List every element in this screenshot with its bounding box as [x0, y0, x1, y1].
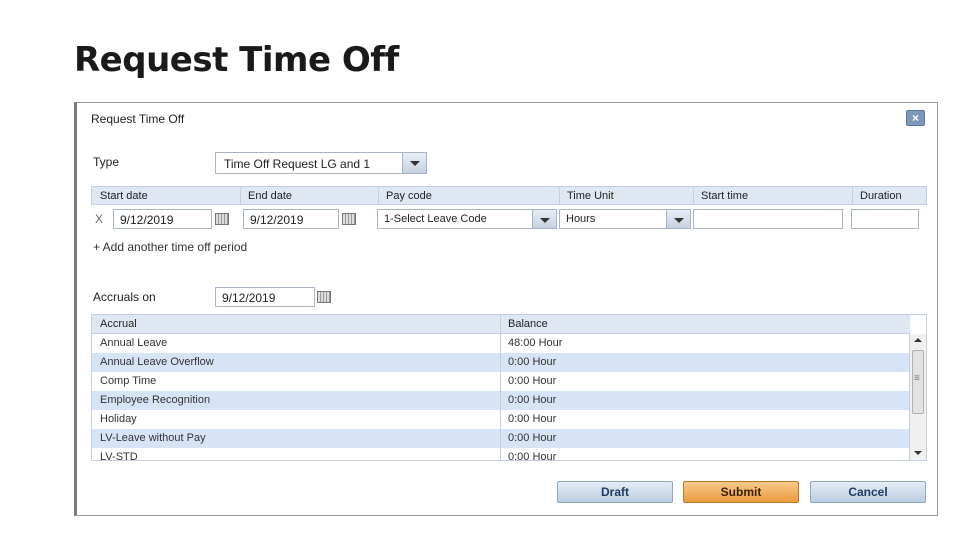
time-unit-select[interactable]: Hours [559, 209, 691, 229]
accrual-name: Employee Recognition [100, 394, 211, 406]
accrual-balance: 0:00 Hour [508, 356, 557, 368]
table-row[interactable]: Annual Leave Overflow 0:00 Hour [92, 353, 910, 372]
accrual-balance: 0:00 Hour [508, 451, 557, 461]
accruals-table-header: Accrual Balance [92, 315, 910, 334]
accruals-table: Accrual Balance Annual Leave 48:00 Hour An… [91, 314, 927, 461]
accrual-name: LV-STD [100, 451, 138, 461]
submit-button[interactable]: Submit [683, 481, 799, 503]
col-start-time: Start time [701, 190, 749, 202]
chevron-down-icon[interactable] [402, 153, 426, 173]
accrual-name: Annual Leave [100, 337, 168, 349]
draft-button[interactable]: Draft [557, 481, 673, 503]
accrual-balance: 0:00 Hour [508, 394, 557, 406]
col-pay-code: Pay code [386, 190, 432, 202]
remove-period-button[interactable]: X [95, 212, 103, 226]
type-label: Type [93, 155, 120, 169]
table-row[interactable]: Holiday 0:00 Hour [92, 410, 910, 429]
col-start-date: Start date [100, 190, 148, 202]
calendar-icon[interactable] [342, 213, 356, 225]
accrual-balance: 0:00 Hour [508, 432, 557, 444]
add-period-link[interactable]: + Add another time off period [93, 240, 247, 254]
calendar-icon[interactable] [317, 291, 331, 303]
chevron-down-icon[interactable] [532, 210, 556, 228]
dialog-title: Request Time Off [91, 112, 185, 126]
close-icon[interactable]: × [906, 110, 925, 126]
accrual-name: LV-Leave without Pay [100, 432, 206, 444]
col-duration: Duration [860, 190, 902, 202]
request-time-off-dialog: Request Time Off × Type Time Off Request… [74, 102, 938, 516]
chevron-down-icon[interactable] [666, 210, 690, 228]
table-row[interactable]: Annual Leave 48:00 Hour [92, 334, 910, 353]
start-date-input[interactable]: 9/12/2019 [113, 209, 212, 229]
accruals-date-input[interactable]: 9/12/2019 [215, 287, 315, 307]
table-row[interactable]: Employee Recognition 0:00 Hour [92, 391, 910, 410]
accrual-balance: 0:00 Hour [508, 375, 557, 387]
table-row[interactable]: LV-STD 0:00 Hour [92, 448, 910, 461]
accrual-balance: 0:00 Hour [508, 413, 557, 425]
cancel-button[interactable]: Cancel [810, 481, 926, 503]
scroll-down-icon[interactable] [910, 446, 926, 460]
slide-title: Request Time Off [74, 40, 399, 80]
accrual-name: Holiday [100, 413, 137, 425]
pay-code-value: 1-Select Leave Code [384, 213, 487, 225]
scroll-thumb[interactable] [912, 350, 924, 414]
col-accrual: Accrual [100, 318, 137, 330]
scroll-up-icon[interactable] [910, 334, 926, 348]
type-select-value: Time Off Request LG and 1 [224, 157, 371, 171]
end-date-input[interactable]: 9/12/2019 [243, 209, 339, 229]
table-row[interactable]: Comp Time 0:00 Hour [92, 372, 910, 391]
start-time-input[interactable] [693, 209, 843, 229]
accruals-scrollbar[interactable] [909, 334, 926, 460]
dialog-header: Request Time Off × [77, 103, 937, 133]
col-end-date: End date [248, 190, 293, 202]
pay-code-select[interactable]: 1-Select Leave Code [377, 209, 557, 229]
table-row[interactable]: LV-Leave without Pay 0:00 Hour [92, 429, 910, 448]
time-unit-value: Hours [566, 213, 596, 225]
col-balance: Balance [508, 318, 548, 330]
calendar-icon[interactable] [215, 213, 229, 225]
period-grid-header: Start date End date Pay code Time Unit S… [91, 186, 927, 205]
col-time-unit: Time Unit [567, 190, 614, 202]
accrual-name: Comp Time [100, 375, 157, 387]
accrual-name: Annual Leave Overflow [100, 356, 214, 368]
type-select[interactable]: Time Off Request LG and 1 [215, 152, 427, 174]
duration-input[interactable] [851, 209, 919, 229]
accruals-label: Accruals on [93, 290, 156, 304]
accrual-balance: 48:00 Hour [508, 337, 563, 349]
